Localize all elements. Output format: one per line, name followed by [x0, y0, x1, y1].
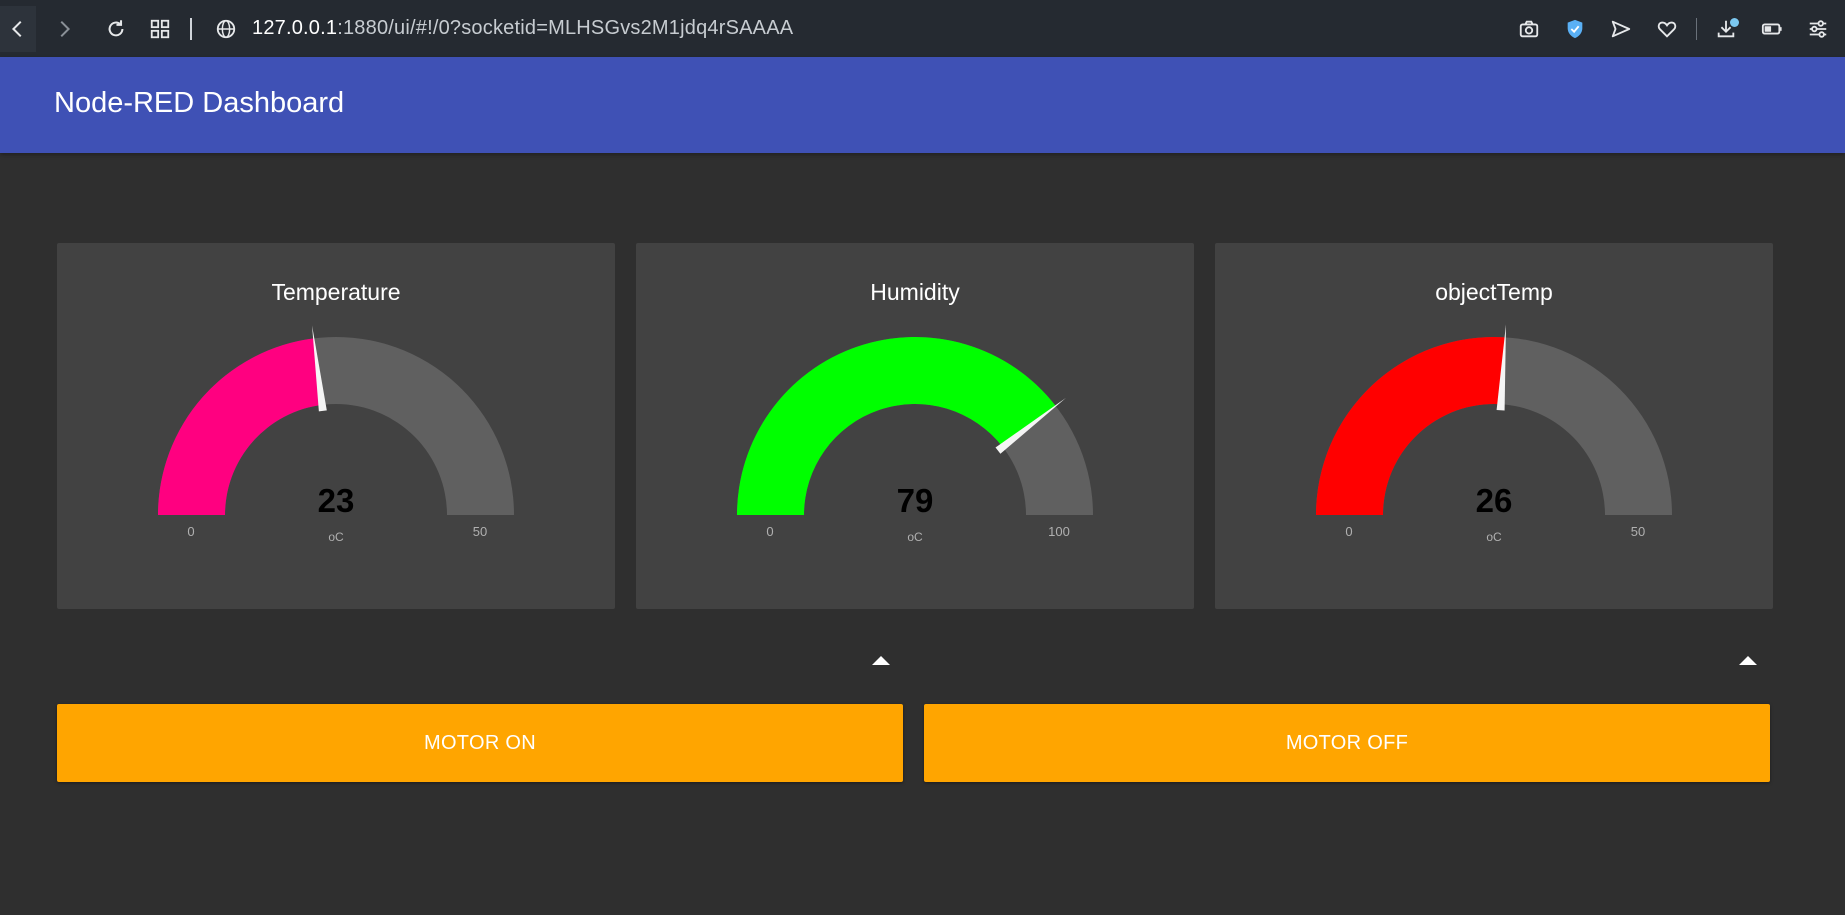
tabs-grid-button[interactable] — [140, 9, 180, 49]
camera-icon — [1519, 20, 1539, 37]
grid-icon — [150, 19, 170, 38]
collapse-group-right-icon[interactable] — [1739, 656, 1757, 665]
easy-setup-button[interactable] — [1799, 9, 1837, 49]
gauge-max-label: 50 — [1631, 524, 1645, 539]
gauge-card-objecttemp: objectTemp 26 oC 0 50 — [1215, 243, 1773, 609]
gauge-min-label: 0 — [766, 524, 773, 539]
reload-icon — [108, 19, 124, 36]
gauge-value: 26 — [1476, 482, 1513, 519]
humidity-gauge: 79 oC 0 100 — [737, 337, 1093, 544]
gauge-card-temperature: Temperature 23 oC 0 50 — [57, 243, 615, 609]
dashboard-header: Node-RED Dashboard — [0, 57, 1845, 153]
adblock-button[interactable] — [1556, 9, 1594, 49]
favorites-button[interactable] — [1648, 9, 1686, 49]
back-icon — [11, 20, 22, 37]
back-button[interactable] — [0, 5, 36, 52]
toolbar-divider — [190, 17, 192, 40]
collapse-group-left-icon[interactable] — [872, 656, 890, 665]
objecttemp-gauge: 26 oC 0 50 — [1316, 324, 1672, 544]
browser-actions — [1510, 0, 1837, 57]
gauge-card-humidity: Humidity 79 oC 0 100 — [636, 243, 1194, 609]
reload-button[interactable] — [96, 9, 136, 49]
send-button[interactable] — [1602, 9, 1640, 49]
gauge-max-label: 100 — [1048, 524, 1070, 539]
globe-icon — [216, 19, 236, 38]
forward-icon — [60, 20, 71, 37]
battery-saver-button[interactable] — [1753, 9, 1791, 49]
motor-off-button[interactable]: MOTOR OFF — [924, 704, 1770, 782]
gauge-value: 23 — [318, 482, 355, 519]
heart-icon — [1657, 21, 1677, 38]
gauge-units: oC — [907, 530, 923, 544]
forward-button[interactable] — [44, 9, 84, 49]
temperature-gauge: 23 oC 0 50 — [158, 325, 514, 544]
download-badge — [1730, 17, 1739, 27]
shield-icon — [1567, 19, 1583, 38]
gauge-min-label: 0 — [187, 524, 194, 539]
battery-icon — [1761, 23, 1782, 34]
actions-divider — [1696, 17, 1697, 40]
url-host: 127.0.0.1 — [252, 17, 338, 39]
url-path: :1880/ui/#!/0?socketid=MLHSGvs2M1jdq4rSA… — [337, 17, 794, 39]
settings-icon — [1809, 19, 1827, 38]
gauge-max-label: 50 — [473, 524, 487, 539]
snapshot-button[interactable] — [1510, 9, 1548, 49]
gauge-fill — [158, 338, 323, 515]
gauge-value: 79 — [897, 482, 934, 519]
address-bar[interactable]: 127.0.0.1:1880/ui/#!/0?socketid=MLHSGvs2… — [252, 17, 793, 40]
dashboard-title: Node-RED Dashboard — [54, 87, 345, 119]
gauge-units: oC — [328, 530, 344, 544]
motor-on-button[interactable]: MOTOR ON — [57, 704, 903, 782]
site-info-button[interactable] — [206, 9, 246, 49]
browser-toolbar: 127.0.0.1:1880/ui/#!/0?socketid=MLHSGvs2… — [0, 0, 1845, 57]
send-icon — [1611, 20, 1631, 37]
gauge-min-label: 0 — [1345, 524, 1352, 539]
gauge-units: oC — [1486, 530, 1502, 544]
downloads-button[interactable] — [1707, 9, 1745, 49]
